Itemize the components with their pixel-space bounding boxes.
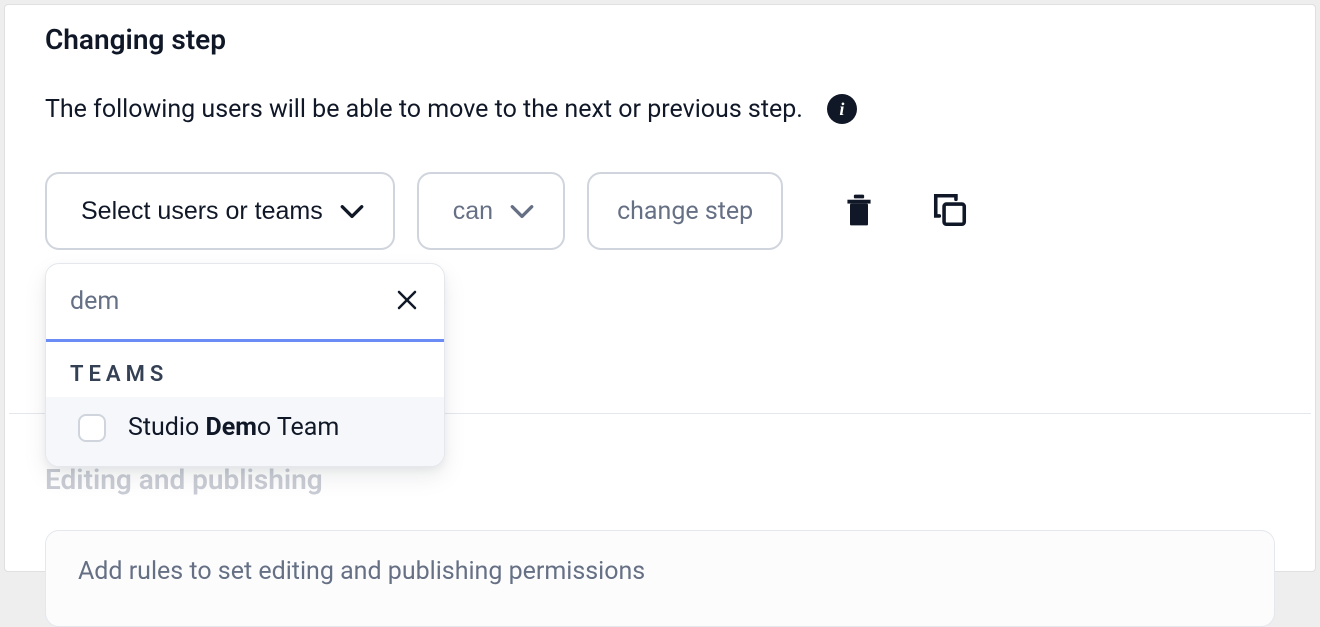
select-users-teams-dropdown[interactable]: Select users or teams [45, 172, 395, 250]
search-input[interactable] [70, 287, 387, 316]
select-users-label: Select users or teams [81, 197, 323, 226]
rule-controls-row: Select users or teams can change step [45, 172, 1275, 250]
action-chip: change step [587, 172, 783, 250]
clear-search-button[interactable] [387, 280, 427, 323]
description-row: The following users will be able to move… [45, 94, 1275, 124]
rules-placeholder-text: Add rules to set editing and publishing … [78, 557, 1242, 586]
editing-section-title: Editing and publishing [45, 463, 1275, 496]
editing-publishing-section: Editing and publishing Add rules to set … [45, 463, 1275, 627]
team-option-checkbox[interactable] [78, 414, 106, 442]
permission-verb-label: can [453, 197, 493, 226]
team-option[interactable]: Studio Demo Team [46, 397, 444, 466]
copy-icon [931, 191, 969, 232]
section-description: The following users will be able to move… [45, 95, 803, 124]
rules-box: Add rules to set editing and publishing … [45, 530, 1275, 627]
team-option-label: Studio Demo Team [128, 413, 339, 442]
permission-verb-dropdown[interactable]: can [417, 172, 565, 250]
section-title: Changing step [45, 23, 1275, 56]
duplicate-rule-button[interactable] [923, 183, 977, 240]
info-icon[interactable]: i [827, 94, 857, 124]
changing-step-section: Changing step The following users will b… [5, 5, 1315, 250]
workflow-step-panel: Changing step The following users will b… [4, 4, 1316, 572]
action-label: change step [617, 197, 753, 226]
users-teams-search-dropdown: TEAMS Studio Demo Team [45, 263, 445, 467]
dropdown-group-label: TEAMS [46, 342, 444, 397]
search-input-row [46, 264, 444, 342]
delete-rule-button[interactable] [835, 184, 883, 239]
close-icon [395, 288, 419, 315]
trash-icon [843, 192, 875, 231]
chevron-down-icon [509, 202, 535, 220]
chevron-down-icon [339, 202, 365, 220]
